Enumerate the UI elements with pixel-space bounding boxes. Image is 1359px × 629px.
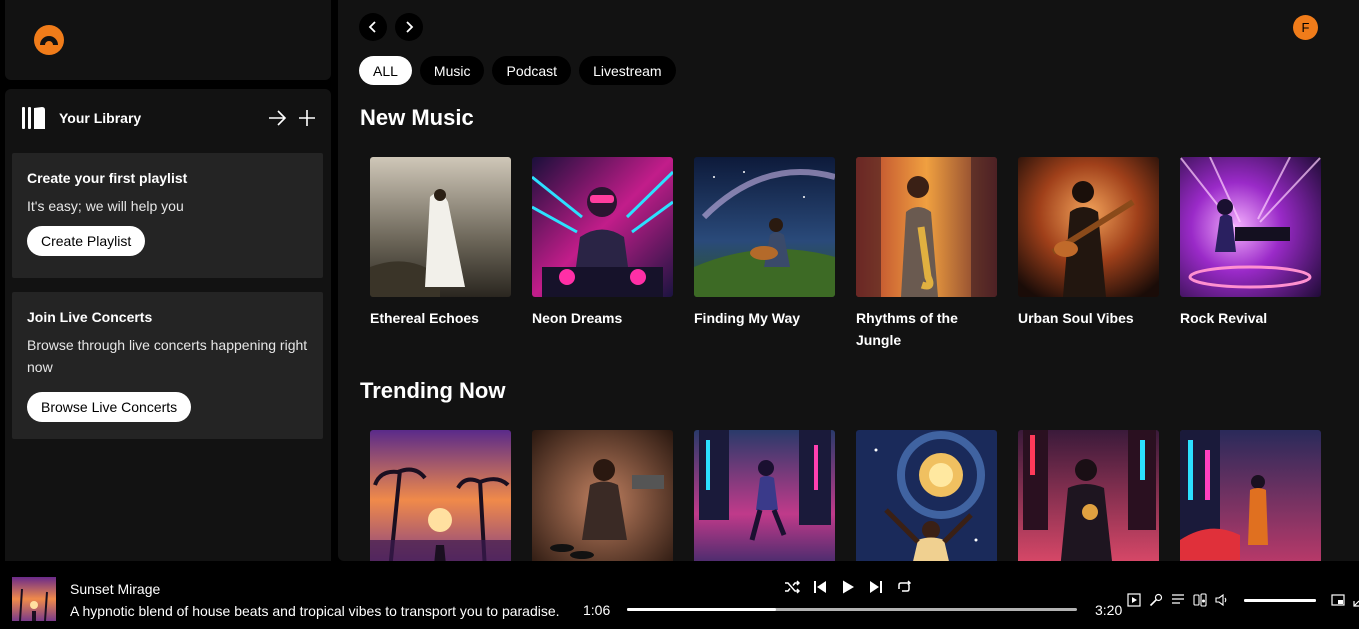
progress-bar[interactable] bbox=[627, 608, 1077, 611]
library-panel: Your Library Create your first playlist … bbox=[5, 89, 331, 561]
avatar[interactable]: F bbox=[1293, 15, 1318, 40]
section-title-new-music: New Music bbox=[360, 105, 474, 130]
forward-button[interactable] bbox=[395, 13, 423, 41]
new-music-row: Ethereal Echoes Neon Dreams Finding My W… bbox=[370, 157, 1321, 351]
album-tile[interactable]: Finding My Way bbox=[694, 157, 835, 351]
queue-icon[interactable] bbox=[1170, 592, 1186, 608]
album-title: Neon Dreams bbox=[532, 310, 623, 326]
card-text: It's easy; we will help you bbox=[27, 198, 184, 214]
library-header: Your Library bbox=[21, 105, 317, 131]
album-title: Rhythms of the Jungle bbox=[856, 310, 958, 348]
filter-podcast[interactable]: Podcast bbox=[492, 56, 572, 85]
chevron-left-icon bbox=[368, 21, 376, 33]
album-tile[interactable]: Neon Dreams bbox=[532, 157, 673, 351]
now-playing-cover[interactable] bbox=[12, 577, 56, 621]
mini-player-icon[interactable] bbox=[1330, 592, 1346, 608]
main-content[interactable]: F ALL Music Podcast Livestream New Music bbox=[338, 0, 1359, 561]
album-tile[interactable]: Ethereal Echoes bbox=[370, 157, 511, 351]
album-title: Ethereal Echoes bbox=[370, 310, 479, 326]
album-cover bbox=[370, 157, 511, 297]
album-tile[interactable]: Rhythms of the Jungle bbox=[856, 157, 997, 351]
card-title: Join Live Concerts bbox=[27, 309, 153, 325]
plus-icon[interactable] bbox=[297, 108, 317, 128]
card-title: Create your first playlist bbox=[27, 170, 188, 186]
album-tile[interactable] bbox=[694, 430, 835, 561]
album-title: Urban Soul Vibes bbox=[1018, 310, 1134, 326]
section-title-trending-now: Trending Now bbox=[360, 378, 506, 403]
microphone-icon[interactable] bbox=[1148, 592, 1164, 608]
card-text: Browse through live concerts happening r… bbox=[27, 337, 308, 375]
duration-time: 3:20 bbox=[1095, 602, 1123, 618]
now-playing-description: A hypnotic blend of house beats and trop… bbox=[70, 603, 560, 619]
album-cover bbox=[694, 157, 835, 297]
browse-live-concerts-button[interactable]: Browse Live Concerts bbox=[27, 392, 192, 422]
album-cover bbox=[856, 430, 997, 561]
logo-icon[interactable] bbox=[34, 25, 64, 55]
album-tile[interactable] bbox=[532, 430, 673, 561]
live-concerts-card: Join Live Concerts Browse through live c… bbox=[12, 292, 323, 439]
filter-livestream[interactable]: Livestream bbox=[579, 56, 676, 85]
album-cover bbox=[532, 430, 673, 561]
create-playlist-button[interactable]: Create Playlist bbox=[27, 226, 146, 256]
create-playlist-card: Create your first playlist It's easy; we… bbox=[12, 153, 323, 278]
album-cover bbox=[1018, 430, 1159, 561]
app-window: Your Library Create your first playlist … bbox=[0, 0, 1359, 629]
progress-fill bbox=[627, 608, 776, 611]
filter-all[interactable]: ALL bbox=[359, 56, 412, 85]
elapsed-time: 1:06 bbox=[583, 602, 611, 618]
arrow-right-icon[interactable] bbox=[267, 108, 287, 128]
now-playing-view-icon[interactable] bbox=[1126, 592, 1142, 608]
library-title[interactable]: Your Library bbox=[59, 110, 141, 126]
album-tile[interactable] bbox=[856, 430, 997, 561]
album-cover bbox=[370, 430, 511, 561]
fullscreen-icon[interactable] bbox=[1352, 592, 1359, 608]
album-cover bbox=[694, 430, 835, 561]
album-cover bbox=[1180, 430, 1321, 561]
logo-panel bbox=[5, 0, 331, 80]
skip-previous-icon[interactable] bbox=[811, 578, 829, 596]
album-cover bbox=[1018, 157, 1159, 297]
connect-device-icon[interactable] bbox=[1192, 592, 1208, 608]
volume-slider[interactable] bbox=[1244, 598, 1316, 602]
album-tile[interactable]: Urban Soul Vibes bbox=[1018, 157, 1159, 351]
album-tile[interactable]: Rock Revival bbox=[1180, 157, 1321, 351]
album-tile[interactable] bbox=[1180, 430, 1321, 561]
album-tile[interactable] bbox=[370, 430, 511, 561]
album-tile[interactable] bbox=[1018, 430, 1159, 561]
volume-fill bbox=[1244, 598, 1316, 602]
album-cover bbox=[1180, 157, 1321, 297]
album-cover bbox=[856, 157, 997, 297]
library-icon[interactable] bbox=[21, 105, 47, 131]
playback-controls bbox=[783, 578, 913, 596]
filter-chips: ALL Music Podcast Livestream bbox=[359, 56, 676, 85]
filter-music[interactable]: Music bbox=[419, 56, 485, 85]
back-button[interactable] bbox=[359, 13, 387, 41]
album-cover bbox=[532, 157, 673, 297]
album-title: Rock Revival bbox=[1180, 310, 1268, 326]
now-playing-title[interactable]: Sunset Mirage bbox=[70, 581, 160, 597]
extra-controls bbox=[1126, 592, 1359, 608]
shuffle-icon[interactable] bbox=[783, 578, 801, 596]
trending-row bbox=[370, 430, 1321, 561]
chevron-right-icon bbox=[406, 21, 414, 33]
album-title: Finding My Way bbox=[694, 310, 801, 326]
player-bar: Sunset Mirage A hypnotic blend of house … bbox=[0, 561, 1359, 629]
play-icon[interactable] bbox=[839, 578, 857, 596]
skip-next-icon[interactable] bbox=[867, 578, 885, 596]
repeat-icon[interactable] bbox=[895, 578, 913, 596]
volume-icon[interactable] bbox=[1214, 592, 1230, 608]
